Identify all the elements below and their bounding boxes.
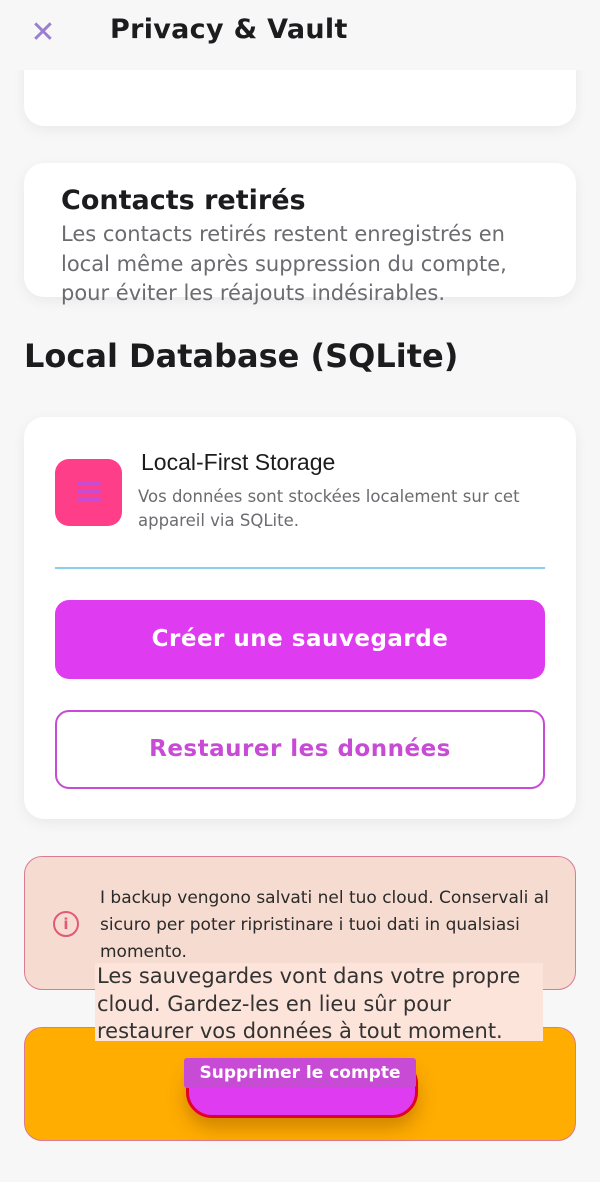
removed-contacts-ghost-text bbox=[61, 211, 491, 219]
app-header: ✕ Privacy & Vault bbox=[0, 0, 600, 70]
list-icon bbox=[55, 459, 122, 526]
database-section-title: Local Database (SQLite) bbox=[24, 337, 459, 375]
restore-data-button[interactable]: Restaurer les données bbox=[55, 710, 545, 789]
backup-info-text: I backup vengono salvati nel tuo cloud. … bbox=[100, 888, 549, 962]
divider bbox=[55, 567, 545, 569]
local-database-card: Local-First Storage Vos données sont sto… bbox=[24, 417, 576, 819]
close-icon[interactable]: ✕ bbox=[28, 18, 58, 48]
delete-account-label[interactable]: Supprimer le compte bbox=[184, 1058, 416, 1088]
info-icon: i bbox=[53, 911, 79, 937]
page-title: Privacy & Vault bbox=[110, 14, 348, 45]
storage-description: Vos données sont stockées localement sur… bbox=[138, 487, 520, 530]
backup-info-overlay-text: Les sauvegardes vont dans votre propre c… bbox=[95, 963, 543, 1043]
create-backup-button[interactable]: Créer une sauvegarde bbox=[55, 600, 545, 679]
removed-contacts-card: Contacts retirés Les contacts retirés re… bbox=[24, 163, 576, 305]
storage-title: Local-First Storage bbox=[141, 449, 336, 475]
removed-contacts-description: Les contacts retirés restent enregistrés… bbox=[61, 222, 507, 305]
